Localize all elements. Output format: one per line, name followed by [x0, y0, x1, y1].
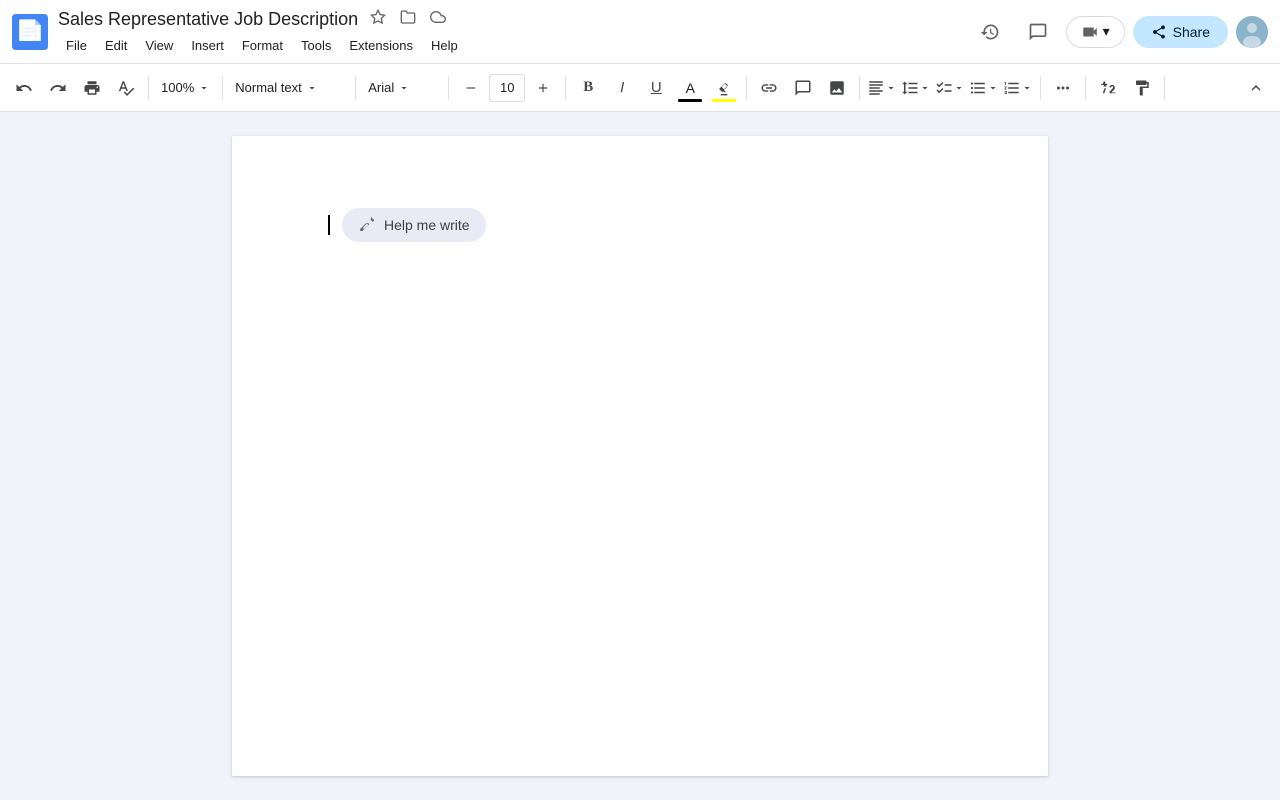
google-docs-icon: [12, 14, 48, 50]
menu-format[interactable]: Format: [234, 34, 291, 57]
increase-font-button[interactable]: [527, 72, 559, 104]
zoom-selector[interactable]: 100%: [155, 76, 216, 99]
checklist-button[interactable]: [934, 72, 966, 104]
highlight-underline: [712, 99, 736, 102]
title-icons: [366, 7, 450, 32]
font-selector[interactable]: Arial: [362, 76, 442, 99]
menu-help[interactable]: Help: [423, 34, 466, 57]
link-button[interactable]: [753, 72, 785, 104]
divider-10: [1164, 76, 1165, 100]
divider-7: [859, 76, 860, 100]
align-button[interactable]: [866, 72, 898, 104]
cloud-button[interactable]: [426, 7, 450, 32]
zoom-label: 100%: [161, 80, 194, 95]
divider-9: [1085, 76, 1086, 100]
collapse-toolbar-button[interactable]: [1240, 72, 1272, 104]
menu-file[interactable]: File: [58, 34, 95, 57]
numbered-list-button[interactable]: [1002, 72, 1034, 104]
doc-title: Sales Representative Job Description: [58, 7, 970, 32]
text-style-selector[interactable]: Normal text: [229, 76, 349, 99]
history-button[interactable]: [970, 12, 1010, 52]
toolbar: 100% Normal text Arial 10 B I U A: [0, 64, 1280, 112]
cursor-line: Help me write: [328, 208, 952, 242]
comments-button[interactable]: [1018, 12, 1058, 52]
divider-5: [565, 76, 566, 100]
italic-button[interactable]: I: [606, 72, 638, 104]
document-area: Help me write: [0, 112, 1280, 800]
title-bar-right: ▾ Share: [970, 12, 1268, 52]
divider-8: [1040, 76, 1041, 100]
divider-1: [148, 76, 149, 100]
paint-format-button[interactable]: [1126, 72, 1158, 104]
decrease-font-button[interactable]: [455, 72, 487, 104]
font-size-input[interactable]: 10: [489, 74, 525, 102]
print-button[interactable]: [76, 72, 108, 104]
doc-title-text[interactable]: Sales Representative Job Description: [58, 9, 358, 30]
help-me-write-label: Help me write: [384, 217, 470, 233]
sparkle-pencil-icon: [358, 216, 376, 234]
more-options-button[interactable]: [1047, 72, 1079, 104]
menu-edit[interactable]: Edit: [97, 34, 135, 57]
line-spacing-button[interactable]: [900, 72, 932, 104]
divider-2: [222, 76, 223, 100]
share-label: Share: [1173, 24, 1210, 40]
divider-4: [448, 76, 449, 100]
menu-insert[interactable]: Insert: [183, 34, 232, 57]
spellcheck-button[interactable]: [110, 72, 142, 104]
star-button[interactable]: [366, 7, 390, 32]
folder-button[interactable]: [396, 7, 420, 32]
underline-button[interactable]: U: [640, 72, 672, 104]
meet-button[interactable]: ▾: [1066, 16, 1125, 48]
text-color-underline: [678, 99, 702, 102]
help-me-write-button[interactable]: Help me write: [342, 208, 486, 242]
image-button[interactable]: [821, 72, 853, 104]
bold-button[interactable]: B: [572, 72, 604, 104]
bullet-list-button[interactable]: [968, 72, 1000, 104]
undo-button[interactable]: [8, 72, 40, 104]
user-avatar[interactable]: [1236, 16, 1268, 48]
text-cursor: [328, 215, 330, 235]
title-section: Sales Representative Job Description Fil…: [58, 7, 970, 57]
text-color-button[interactable]: A: [674, 72, 706, 104]
comment-button[interactable]: [787, 72, 819, 104]
meet-label: ▾: [1103, 23, 1110, 40]
font-label: Arial: [368, 80, 394, 95]
document-page[interactable]: Help me write: [232, 136, 1048, 776]
menu-tools[interactable]: Tools: [293, 34, 339, 57]
divider-3: [355, 76, 356, 100]
menu-view[interactable]: View: [137, 34, 181, 57]
share-button[interactable]: Share: [1133, 16, 1228, 48]
highlight-button[interactable]: [708, 72, 740, 104]
divider-6: [746, 76, 747, 100]
subscript-button[interactable]: [1092, 72, 1124, 104]
text-style-label: Normal text: [235, 80, 301, 95]
menu-bar: File Edit View Insert Format Tools Exten…: [58, 34, 970, 57]
menu-extensions[interactable]: Extensions: [341, 34, 421, 57]
redo-button[interactable]: [42, 72, 74, 104]
title-bar: Sales Representative Job Description Fil…: [0, 0, 1280, 64]
